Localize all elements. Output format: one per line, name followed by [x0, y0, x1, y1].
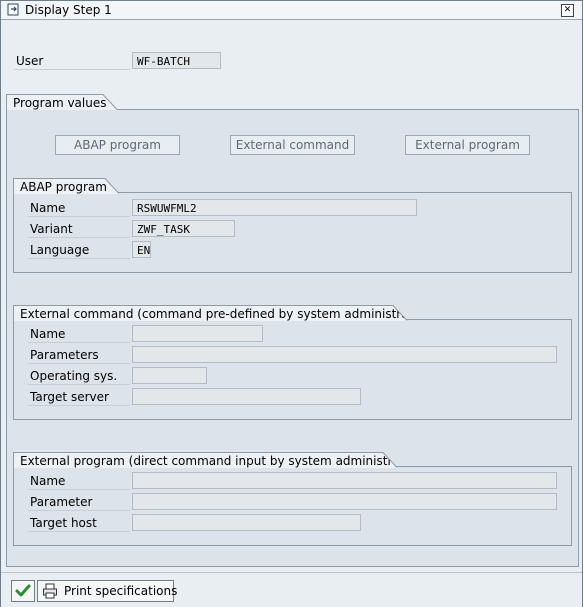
external-command-button[interactable]: External command	[230, 135, 355, 155]
abap-language-label: Language	[30, 243, 90, 257]
abap-variant-field: ZWF_TASK	[132, 220, 235, 237]
ext-cmd-name-underline	[28, 342, 130, 343]
printer-icon	[43, 583, 57, 599]
abap-name-underline	[28, 216, 130, 217]
ext-prog-target-host-underline	[28, 531, 130, 532]
ext-cmd-os-underline	[28, 384, 130, 385]
ext-cmd-target-server-label: Target server	[30, 390, 109, 404]
external-command-tab-edge	[392, 305, 408, 321]
external-program-title: External program (direct command input b…	[13, 452, 397, 468]
print-specifications-label: Print specifications	[64, 584, 178, 598]
dialog-window: Display Step 1 ✕ User WF-BATCH Program v…	[0, 0, 583, 607]
abap-language-field: EN	[132, 241, 151, 258]
ext-prog-name-field	[132, 472, 557, 489]
title-bar: Display Step 1 ✕	[1, 1, 582, 20]
confirm-button[interactable]	[11, 580, 35, 602]
ext-prog-parameter-field	[132, 493, 557, 510]
ext-prog-target-host-field	[132, 514, 361, 531]
check-icon	[15, 584, 31, 597]
ext-prog-parameter-underline	[28, 510, 130, 511]
ext-cmd-os-field	[132, 367, 207, 384]
abap-program-tab-edge	[104, 178, 120, 194]
external-program-button[interactable]: External program	[405, 135, 530, 155]
ext-cmd-target-server-field	[132, 388, 361, 405]
ext-prog-parameter-label: Parameter	[30, 495, 93, 509]
abap-program-button[interactable]: ABAP program	[55, 135, 180, 155]
print-specifications-button[interactable]: Print specifications	[37, 580, 178, 602]
ext-cmd-parameters-field	[132, 346, 557, 363]
program-values-tab-edge	[102, 94, 118, 110]
ext-cmd-target-server-underline	[28, 405, 130, 406]
ext-cmd-parameters-underline	[28, 363, 130, 364]
ext-cmd-name-label: Name	[30, 327, 66, 341]
user-field: WF-BATCH	[132, 52, 221, 69]
window-title: Display Step 1	[25, 3, 112, 17]
ext-prog-name-underline	[28, 489, 130, 490]
ext-prog-target-host-label: Target host	[30, 516, 97, 530]
abap-variant-underline	[28, 237, 130, 238]
ext-cmd-os-label: Operating sys.	[30, 369, 118, 383]
abap-language-underline	[28, 258, 130, 259]
ext-cmd-name-field	[132, 325, 263, 342]
footer-toolbar: Print specifications	[1, 572, 582, 607]
ext-prog-name-label: Name	[30, 474, 66, 488]
external-program-tab-edge	[382, 452, 398, 468]
display-document-icon	[7, 3, 19, 16]
user-label-underline	[14, 69, 130, 70]
program-values-title: Program values	[6, 94, 117, 110]
user-label: User	[16, 54, 44, 68]
abap-name-label: Name	[30, 201, 66, 215]
abap-variant-label: Variant	[30, 222, 73, 236]
close-icon[interactable]: ✕	[561, 4, 574, 17]
abap-name-field: RSWUWFML2	[132, 199, 417, 216]
ext-cmd-parameters-label: Parameters	[30, 348, 99, 362]
external-command-title: External command (command pre-defined by…	[13, 305, 407, 321]
